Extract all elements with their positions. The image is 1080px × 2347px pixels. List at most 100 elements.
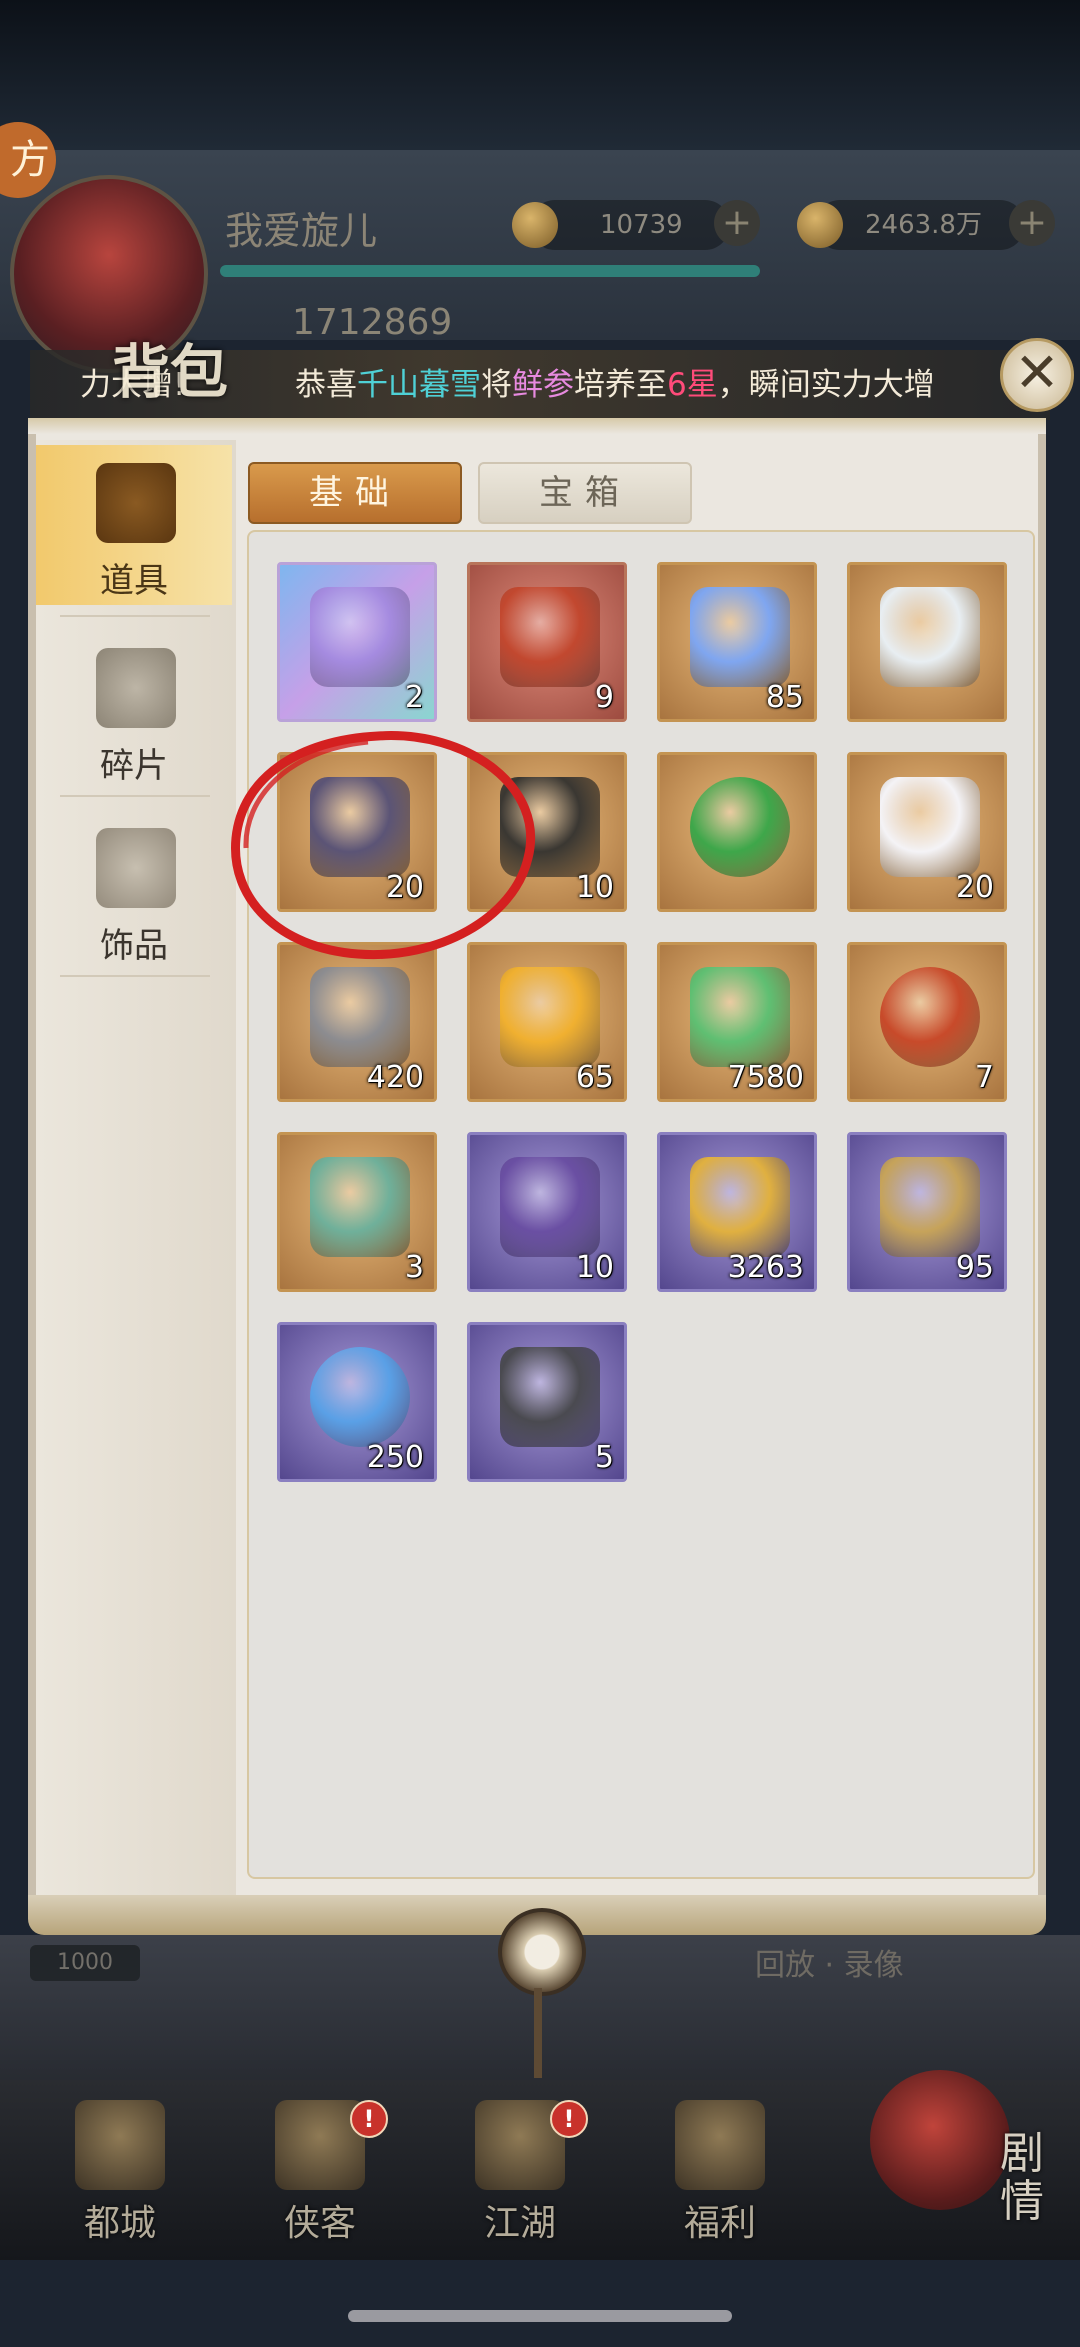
item-slot[interactable]: 10 — [467, 1132, 627, 1292]
alert-badge: ! — [350, 2100, 388, 2138]
add-gold-button[interactable]: + — [714, 200, 760, 246]
nav-welfare[interactable]: 福利 — [640, 2100, 800, 2250]
gold-amount: 10739 — [600, 210, 683, 240]
nav-heroes[interactable]: ! 侠客 — [240, 2100, 400, 2250]
silver-amount: 2463.8万 — [865, 210, 982, 240]
gold-pearl-cushion-icon — [690, 1157, 790, 1257]
blue-orb-icon — [310, 1347, 410, 1447]
background-record-label: 回放 · 录像 — [755, 1948, 904, 1983]
fortune-tag-icon — [500, 1157, 600, 1257]
item-quantity: 250 — [366, 1440, 424, 1475]
iron-ore-icon — [500, 1347, 600, 1447]
item-quantity: 5 — [594, 1440, 614, 1475]
elixir-bottle-icon — [500, 967, 600, 1067]
close-button[interactable]: ✕ — [1000, 338, 1074, 412]
item-slot[interactable]: 10 — [467, 752, 627, 912]
twisted-rod-icon — [310, 967, 410, 1067]
nav-label: 侠客 — [283, 2203, 356, 2244]
item-quantity: 85 — [765, 680, 804, 715]
red-tag-token-icon — [500, 587, 600, 687]
announcement-text: 恭喜千山暮雪将鲜参培养至6星，瞬间实力大增 — [295, 367, 935, 403]
item-quantity: 420 — [366, 1060, 424, 1095]
item-slot[interactable]: 3 — [277, 1132, 437, 1292]
story-button[interactable]: 剧情 — [850, 2060, 1050, 2250]
item-quantity: 20 — [955, 870, 994, 905]
item-quantity: 10 — [575, 870, 614, 905]
status-area — [0, 0, 1080, 150]
scroll-knob-icon — [498, 1908, 586, 1996]
nav-jianghu[interactable]: ! 江湖 — [440, 2100, 600, 2250]
background-value-label: 1000 — [30, 1945, 140, 1981]
item-quantity: 7 — [974, 1060, 994, 1095]
item-quantity: 3263 — [727, 1250, 804, 1285]
item-slot[interactable]: 65 — [467, 942, 627, 1102]
item-slot[interactable]: 7 — [847, 942, 1007, 1102]
combat-power: 1712869 — [292, 302, 453, 343]
item-slot[interactable]: 2 — [277, 562, 437, 722]
dragon-card-icon — [310, 1157, 410, 1257]
tab-basic[interactable]: 基础 — [248, 462, 462, 524]
item-quantity: 7580 — [727, 1060, 804, 1095]
item-slot[interactable]: 95 — [847, 1132, 1007, 1292]
story-label: 剧情 — [1000, 2128, 1044, 2227]
tab-chest[interactable]: 宝箱 — [478, 462, 692, 524]
panel-top-ornament — [28, 418, 1046, 434]
rainbow-dragon-token-icon — [310, 587, 410, 687]
experience-bar — [220, 265, 760, 277]
add-silver-button[interactable]: + — [1009, 200, 1055, 246]
panel-title: 背包 — [112, 338, 229, 406]
item-slot[interactable]: 5 — [467, 1322, 627, 1482]
item-slot[interactable]: 85 — [657, 562, 817, 722]
item-slot[interactable]: 7580 — [657, 942, 817, 1102]
fragment-hat-icon — [96, 648, 176, 728]
item-slot[interactable] — [847, 562, 1007, 722]
gold-ingot-icon — [512, 202, 558, 248]
item-slot[interactable]: 3263 — [657, 1132, 817, 1292]
item-quantity: 20 — [385, 870, 424, 905]
sidebar-divider — [60, 975, 210, 977]
red-orb-icon — [880, 967, 980, 1067]
item-slot[interactable]: 420 — [277, 942, 437, 1102]
item-quantity: 9 — [594, 680, 614, 715]
sidebar-item-accessories[interactable]: 饰品 — [36, 810, 232, 970]
item-quantity: 10 — [575, 1250, 614, 1285]
green-orb-icon — [690, 777, 790, 877]
dark-ore-icon — [500, 777, 600, 877]
crystal-shard-icon — [690, 587, 790, 687]
sidebar-item-label: 道具 — [100, 561, 168, 601]
jade-pendant-icon — [690, 967, 790, 1067]
sidebar-item-label: 碎片 — [100, 746, 168, 786]
nav-label: 福利 — [683, 2203, 756, 2244]
item-slot[interactable] — [657, 752, 817, 912]
item-slot[interactable]: 20 — [847, 752, 1007, 912]
nav-label: 都城 — [83, 2203, 156, 2244]
item-slot[interactable]: 250 — [277, 1322, 437, 1482]
scroll-tube-icon — [310, 777, 410, 877]
nav-label: 江湖 — [483, 2203, 556, 2244]
sidebar-item-props[interactable]: 道具 — [36, 445, 232, 605]
scroll-stem — [534, 1988, 542, 2078]
sidebar-item-fragments[interactable]: 碎片 — [36, 630, 232, 790]
silver-coin-icon — [797, 202, 843, 248]
alert-badge: ! — [550, 2100, 588, 2138]
item-slot[interactable]: 20 — [277, 752, 437, 912]
item-chest-icon — [96, 463, 176, 543]
gold-currency: 10739 + — [512, 200, 760, 250]
item-quantity: 95 — [955, 1250, 994, 1285]
sidebar-divider — [60, 615, 210, 617]
silver-star-icon — [880, 587, 980, 687]
white-lotus-icon — [880, 777, 980, 877]
sidebar-item-label: 饰品 — [100, 926, 168, 966]
order-token-icon — [880, 1157, 980, 1257]
item-quantity: 2 — [404, 680, 424, 715]
nav-capital[interactable]: 都城 — [40, 2100, 200, 2250]
home-indicator — [348, 2310, 732, 2322]
accessory-robe-icon — [96, 828, 176, 908]
silver-currency: 2463.8万 + — [797, 200, 1055, 250]
sidebar-divider — [60, 795, 210, 797]
palace-icon — [75, 2100, 165, 2190]
opera-mask-icon — [870, 2070, 1010, 2210]
money-bag-icon — [675, 2100, 765, 2190]
item-quantity: 3 — [404, 1250, 424, 1285]
item-slot[interactable]: 9 — [467, 562, 627, 722]
